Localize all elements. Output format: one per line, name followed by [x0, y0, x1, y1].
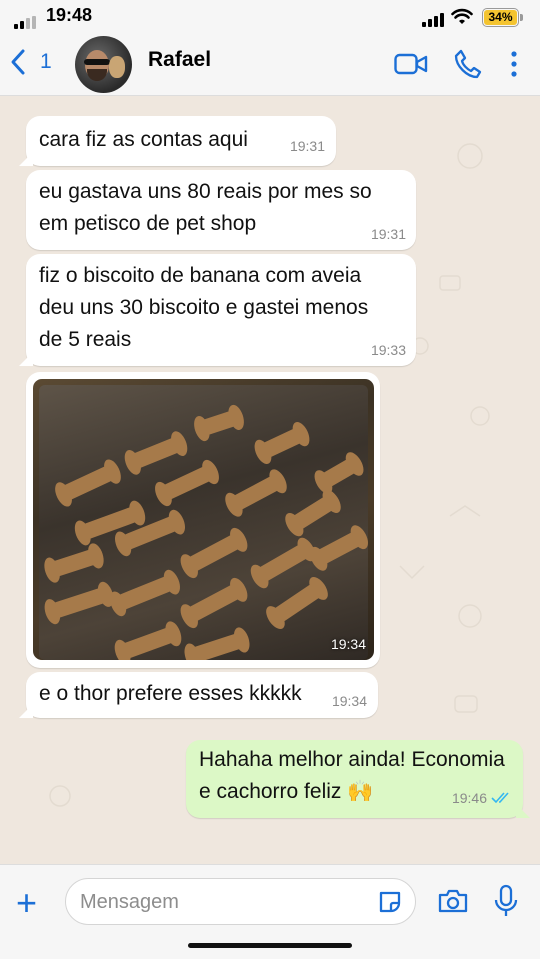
battery-icon: 34% — [482, 8, 519, 27]
home-indicator — [188, 943, 352, 948]
dog-biscuits-photo[interactable]: 19:34 — [33, 379, 374, 660]
status-time: 19:48 — [46, 5, 93, 25]
message-text: e o thor prefere esses kkkkk — [39, 682, 302, 705]
message-bubble-outgoing[interactable]: Hahaha melhor ainda! Economia e cachorro… — [186, 740, 530, 818]
read-receipt-icon — [491, 792, 509, 804]
message-bubble-incoming[interactable]: cara fiz as contas aqui 19:31 — [19, 116, 336, 166]
message-time: 19:31 — [289, 138, 325, 154]
message-text: eu gastava uns 80 reais por mes so em pe… — [39, 180, 372, 235]
message-time: 19:31 — [370, 226, 406, 242]
avatar[interactable] — [75, 36, 132, 93]
signal-icon — [14, 11, 38, 29]
phone-icon[interactable] — [454, 49, 482, 79]
message-bubble-incoming[interactable]: e o thor prefere esses kkkkk 19:34 — [19, 672, 378, 718]
battery-tip — [520, 14, 523, 21]
microphone-icon[interactable] — [494, 884, 518, 918]
message-input[interactable] — [80, 887, 370, 917]
more-options-icon[interactable] — [510, 50, 518, 78]
chat-header: 1 Rafael — [0, 34, 540, 96]
message-composer: + — [0, 864, 540, 959]
chevron-left-icon — [11, 49, 25, 75]
message-time: 19:46 — [451, 790, 487, 806]
battery-level: 34% — [484, 10, 517, 25]
message-field[interactable] — [65, 878, 416, 925]
back-button[interactable]: 1 — [10, 48, 52, 76]
status-bar: 19:48 34% — [0, 0, 540, 34]
camera-icon[interactable] — [437, 888, 469, 914]
message-time: 19:34 — [331, 693, 367, 709]
attach-plus-icon[interactable]: + — [16, 885, 37, 921]
message-time: 19:33 — [370, 342, 406, 358]
message-bubble-incoming[interactable]: fiz o biscoito de banana com aveia deu u… — [19, 254, 416, 366]
message-bubble-incoming[interactable]: eu gastava uns 80 reais por mes so em pe… — [26, 170, 416, 250]
video-call-icon[interactable] — [394, 53, 428, 75]
cellular-icon — [422, 9, 446, 27]
wifi-icon — [451, 8, 473, 24]
unread-count: 1 — [40, 50, 52, 73]
message-text: cara fiz as contas aqui — [39, 128, 248, 151]
sticker-icon[interactable] — [377, 889, 403, 915]
contact-name[interactable]: Rafael — [148, 48, 211, 72]
message-time: 19:34 — [330, 636, 366, 652]
chat-area[interactable]: cara fiz as contas aqui 19:31 eu gastava… — [0, 96, 540, 864]
message-text: fiz o biscoito de banana com aveia deu u… — [39, 264, 369, 351]
image-message[interactable]: 19:34 — [26, 372, 380, 668]
